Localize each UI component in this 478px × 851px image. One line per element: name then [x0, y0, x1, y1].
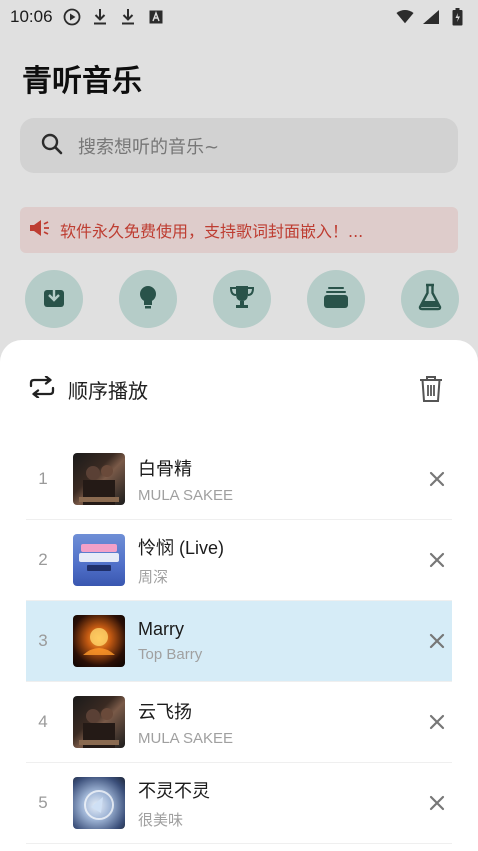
close-icon[interactable]: [426, 792, 448, 814]
track-number: 5: [38, 793, 48, 812]
track-artist: MULA SAKEE: [138, 729, 234, 747]
playlist: 1 白骨精 MULA SAKEE 2 怜悯 (Live) 周深 3 Marry …: [26, 439, 452, 844]
track-number: 4: [38, 712, 48, 731]
playlist-row-active[interactable]: 3 Marry Top Barry: [26, 601, 452, 682]
track-number: 3: [38, 631, 48, 650]
track-title: 白骨精: [138, 458, 192, 479]
close-icon[interactable]: [426, 549, 448, 571]
track-artist: 很美味: [138, 811, 184, 829]
album-cover: [73, 453, 125, 505]
track-number: 2: [38, 550, 48, 569]
track-title: 云飞扬: [138, 701, 192, 722]
track-artist: Top Barry: [138, 646, 203, 663]
playlist-bottom-sheet: 顺序播放 1 白骨精 MULA SAKEE 2 怜悯 (Live) 周深 3 M…: [0, 340, 478, 851]
repeat-icon[interactable]: [28, 375, 56, 402]
playlist-row[interactable]: 1 白骨精 MULA SAKEE: [26, 439, 452, 520]
album-cover: [73, 777, 125, 829]
track-number: 1: [38, 469, 48, 488]
trash-icon[interactable]: [418, 375, 444, 403]
track-title: Marry: [138, 619, 184, 639]
close-icon[interactable]: [426, 630, 448, 652]
playlist-row[interactable]: 5 不灵不灵 很美味: [26, 763, 452, 844]
playlist-row[interactable]: 4 云飞扬 MULA SAKEE: [26, 682, 452, 763]
playlist-row[interactable]: 2 怜悯 (Live) 周深: [26, 520, 452, 601]
album-cover: [73, 615, 125, 667]
album-cover: [73, 534, 125, 586]
close-icon[interactable]: [426, 711, 448, 733]
track-title: 不灵不灵: [138, 780, 210, 801]
play-mode-label[interactable]: 顺序播放: [68, 375, 148, 404]
track-artist: 周深: [138, 568, 169, 586]
album-cover: [73, 696, 125, 748]
close-icon[interactable]: [426, 468, 448, 490]
sheet-header: 顺序播放: [0, 366, 478, 412]
track-title: 怜悯 (Live): [138, 537, 225, 558]
track-artist: MULA SAKEE: [138, 486, 234, 504]
